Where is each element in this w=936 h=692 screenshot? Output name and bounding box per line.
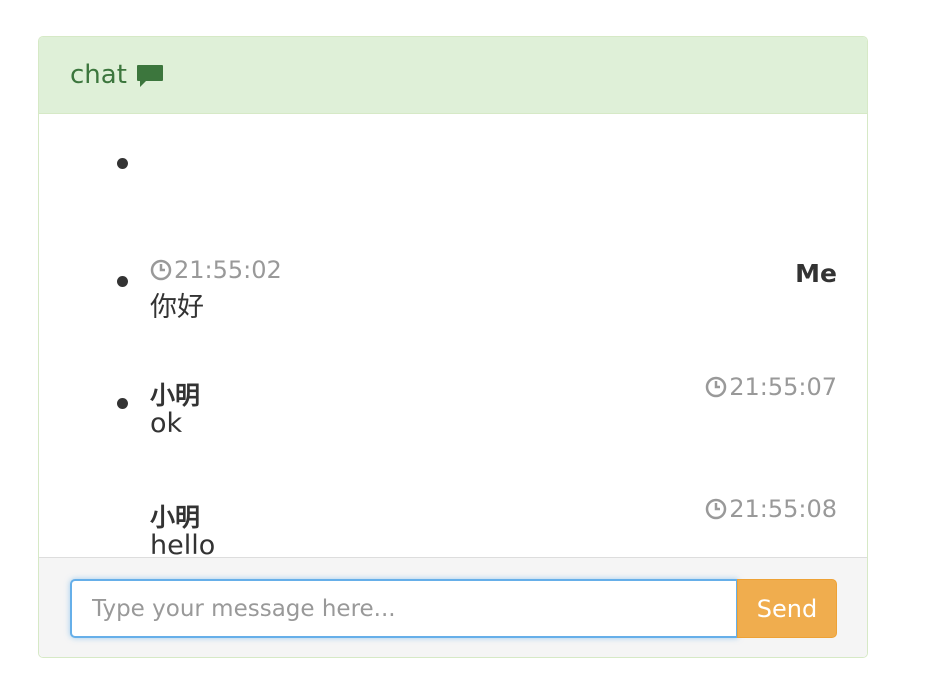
message-sender: 小明 <box>150 381 201 410</box>
message-time: 21:55:08 <box>705 495 837 523</box>
clock-icon <box>705 498 727 520</box>
list-bullet <box>117 158 128 169</box>
message-time-text: 21:55:02 <box>174 256 282 284</box>
message-time: 21:55:07 <box>705 373 837 401</box>
message-text: 你好 <box>150 292 204 323</box>
chat-panel-heading: chat <box>39 37 867 114</box>
send-button[interactable]: Send <box>737 579 837 638</box>
chat-title: chat <box>70 60 127 90</box>
chat-panel: chat 21:55:02 Me 你好 小明 21:55:07 ok 小明 21… <box>38 36 868 658</box>
message-time-text: 21:55:07 <box>729 373 837 401</box>
message-input[interactable] <box>70 579 738 638</box>
message-time: 21:55:02 <box>150 256 282 284</box>
chat-composer: Send <box>39 557 867 657</box>
message-sender: Me <box>795 259 837 288</box>
message-text: ok <box>150 408 183 439</box>
comment-icon <box>136 64 164 90</box>
clock-icon <box>150 259 172 281</box>
chat-body: 21:55:02 Me 你好 小明 21:55:07 ok 小明 21:55:0… <box>39 114 867 561</box>
clock-icon <box>705 376 727 398</box>
list-bullet <box>117 398 128 409</box>
message-time-text: 21:55:08 <box>729 495 837 523</box>
list-bullet <box>117 276 128 287</box>
message-sender: 小明 <box>150 503 201 532</box>
